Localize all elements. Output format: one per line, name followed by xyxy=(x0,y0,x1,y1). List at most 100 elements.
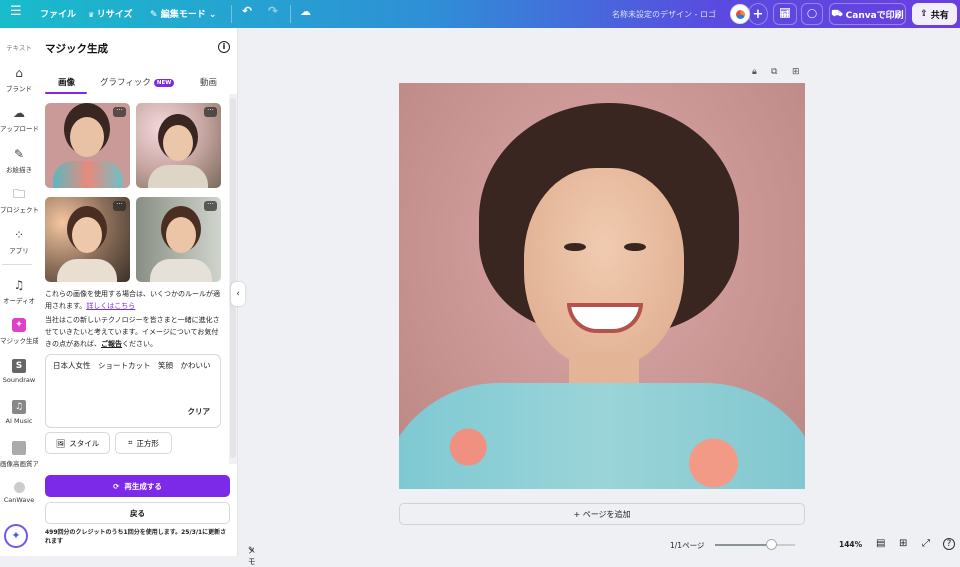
brand-icon: ⌂ xyxy=(15,66,23,80)
resize-label: リサイズ xyxy=(96,10,133,20)
print-button[interactable]: ⛟ Canvaで印刷 xyxy=(829,3,906,25)
rail-item-ai-music[interactable]: ♫ AI Music xyxy=(0,400,38,425)
scroll-thumb[interactable] xyxy=(230,98,236,458)
feedback-text: ください。 xyxy=(122,340,157,348)
resize-button[interactable]: ♛ リサイズ xyxy=(88,7,132,20)
add-collaborator-button[interactable]: + xyxy=(748,3,768,25)
rail-label: Soundraw xyxy=(2,376,36,384)
redo-icon[interactable]: ↷ xyxy=(268,4,278,18)
regenerate-button[interactable]: ⟳ 再生成する xyxy=(45,475,230,497)
panel-title: マジック生成 xyxy=(45,43,108,55)
design-title[interactable]: 名称未設定のデザイン - ロゴ xyxy=(612,9,716,20)
rail-item-soundraw[interactable]: S Soundraw xyxy=(0,359,38,384)
rail-label: オーディオ xyxy=(2,297,36,305)
share-button[interactable]: ⇪ 共有 xyxy=(912,3,957,25)
rail-label: アプリ xyxy=(9,247,29,255)
lock-icon[interactable]: 🔒︎ xyxy=(752,67,757,77)
style-button[interactable]: 🖼︎ スタイル xyxy=(45,432,110,454)
tab-bar: 画像 グラフィック NEW 動画 xyxy=(45,74,229,94)
add-page-button[interactable]: + ページを追加 xyxy=(399,503,805,525)
credits-text: 499回分のクレジットのうち1回分を使用します。25/3/1に更新されます xyxy=(45,529,227,545)
magic-media-panel: マジック生成 i 画像 グラフィック NEW 動画 ··· ··· ··· ···… xyxy=(38,28,238,556)
more-icon[interactable]: ··· xyxy=(113,201,126,211)
rail-item-text[interactable]: テキスト xyxy=(0,42,38,52)
rail-item-canwave[interactable]: CanWave xyxy=(0,482,38,504)
info-icon[interactable]: i xyxy=(218,41,230,53)
generated-image-4[interactable]: ··· xyxy=(136,197,221,282)
analytics-icon[interactable]: 📊︎ xyxy=(773,3,797,25)
rail-label: お絵描き xyxy=(6,166,32,174)
rail-label: マジック生成 xyxy=(0,337,38,345)
prompt-input[interactable]: 日本人女性 ショートカット 笑顔 かわいいクリア xyxy=(45,354,221,428)
notes-label: メモ xyxy=(248,546,256,566)
page-indicator[interactable]: 1/1ページ xyxy=(670,540,704,551)
back-button[interactable]: 戻る xyxy=(45,502,230,524)
canwave-icon xyxy=(13,482,25,493)
rail-label: テキスト xyxy=(6,44,32,52)
zoom-slider-handle[interactable] xyxy=(766,539,778,550)
more-icon[interactable]: ··· xyxy=(113,107,126,117)
more-icon[interactable]: ··· xyxy=(204,201,217,211)
collapse-panel-button[interactable]: ‹ xyxy=(231,282,245,306)
panel-scrollbar[interactable] xyxy=(229,94,237,464)
zoom-slider[interactable] xyxy=(715,539,795,550)
top-toolbar: ☰ ファイル ♛ リサイズ ✎ 編集モード ⌄ ↶ ↷ ☁ 名称未設定のデザイン… xyxy=(0,0,960,28)
tab-image[interactable]: 画像 xyxy=(58,76,75,88)
usage-notice: これらの画像を使用する場合は、いくつかのルールが適用されます。詳しくはこちら xyxy=(45,288,225,312)
more-icon[interactable]: ··· xyxy=(204,107,217,117)
upload-icon: ⇪ xyxy=(920,9,928,19)
generated-image-1[interactable]: ··· xyxy=(45,103,130,188)
comment-icon[interactable]: ◯ xyxy=(801,3,823,25)
clear-button[interactable]: クリア xyxy=(188,406,211,417)
rail-label: AI Music xyxy=(5,417,33,425)
hamburger-icon[interactable]: ☰ xyxy=(10,4,22,19)
tab-graphic[interactable]: グラフィック NEW xyxy=(100,76,175,88)
undo-icon[interactable]: ↶ xyxy=(242,4,252,18)
draw-icon: ✎ xyxy=(13,147,25,161)
generated-image-3[interactable]: ··· xyxy=(45,197,130,282)
aspect-ratio-button[interactable]: ⌗ 正方形 xyxy=(115,432,172,454)
fullscreen-icon[interactable]: ⤢ xyxy=(922,538,930,549)
rail-item-upload[interactable]: ☁ アップロード xyxy=(0,106,38,133)
design-canvas[interactable] xyxy=(399,83,805,489)
chevron-down-icon: ⌄ xyxy=(205,10,217,20)
prompt-text[interactable]: 日本人女性 ショートカット 笑顔 かわいい xyxy=(53,361,211,370)
rail-label: アップロード xyxy=(0,125,38,133)
cloud-save-icon[interactable]: ☁ xyxy=(300,5,311,18)
regenerate-label: 再生成する xyxy=(124,481,162,491)
rail-item-draw[interactable]: ✎ お絵描き xyxy=(0,147,38,174)
help-icon[interactable]: ? xyxy=(943,538,955,550)
add-icon[interactable]: ⊞ xyxy=(792,67,800,77)
rail-item-projects[interactable]: 🗀︎ プロジェクト xyxy=(0,187,38,214)
learn-more-link[interactable]: 詳しくはこちら xyxy=(86,302,135,310)
generated-image-2[interactable]: ··· xyxy=(136,103,221,188)
rail-item-brand[interactable]: ⌂ ブランド xyxy=(0,66,38,93)
duplicate-icon[interactable]: ⧉ xyxy=(771,67,777,77)
rail-item-apps[interactable]: ⁘ アプリ xyxy=(0,228,38,255)
page-view-icon[interactable]: ▤ xyxy=(876,538,885,549)
magic-assistant-icon[interactable]: ✦ xyxy=(4,524,28,548)
music-icon: ♫ xyxy=(13,278,25,292)
zoom-level[interactable]: 144% xyxy=(839,540,862,549)
edit-mode-label: 編集モード xyxy=(160,10,206,20)
file-menu[interactable]: ファイル xyxy=(40,7,76,20)
upscale-icon xyxy=(12,441,26,455)
active-tab-indicator xyxy=(45,92,87,94)
rail-item-audio[interactable]: ♫ オーディオ xyxy=(0,278,38,305)
rail-label: CanWave xyxy=(3,496,35,504)
report-link[interactable]: ご報告 xyxy=(101,340,122,348)
new-badge: NEW xyxy=(153,78,175,87)
rail-item-magic-media[interactable]: ✦ マジック生成 xyxy=(0,318,38,345)
left-rail: テキスト ⌂ ブランド ☁ アップロード ✎ お絵描き 🗀︎ プロジェクト ⁘ アプリ ♫… xyxy=(0,28,38,556)
tab-video[interactable]: 動画 xyxy=(200,76,217,88)
grid-view-icon[interactable]: ⊞ xyxy=(899,538,907,549)
edit-mode-dropdown[interactable]: ✎ 編集モード ⌄ xyxy=(150,7,216,20)
crop-icon: ⌗ xyxy=(128,438,133,447)
face xyxy=(524,168,684,368)
folder-icon: 🗀︎ xyxy=(12,187,25,201)
avatar[interactable] xyxy=(730,4,750,24)
share-label: 共有 xyxy=(930,10,949,21)
rail-item-upscale[interactable]: 画像高画質ア... xyxy=(0,441,38,468)
apps-icon: ⁘ xyxy=(13,228,25,242)
crown-icon: ♛ xyxy=(88,11,97,19)
